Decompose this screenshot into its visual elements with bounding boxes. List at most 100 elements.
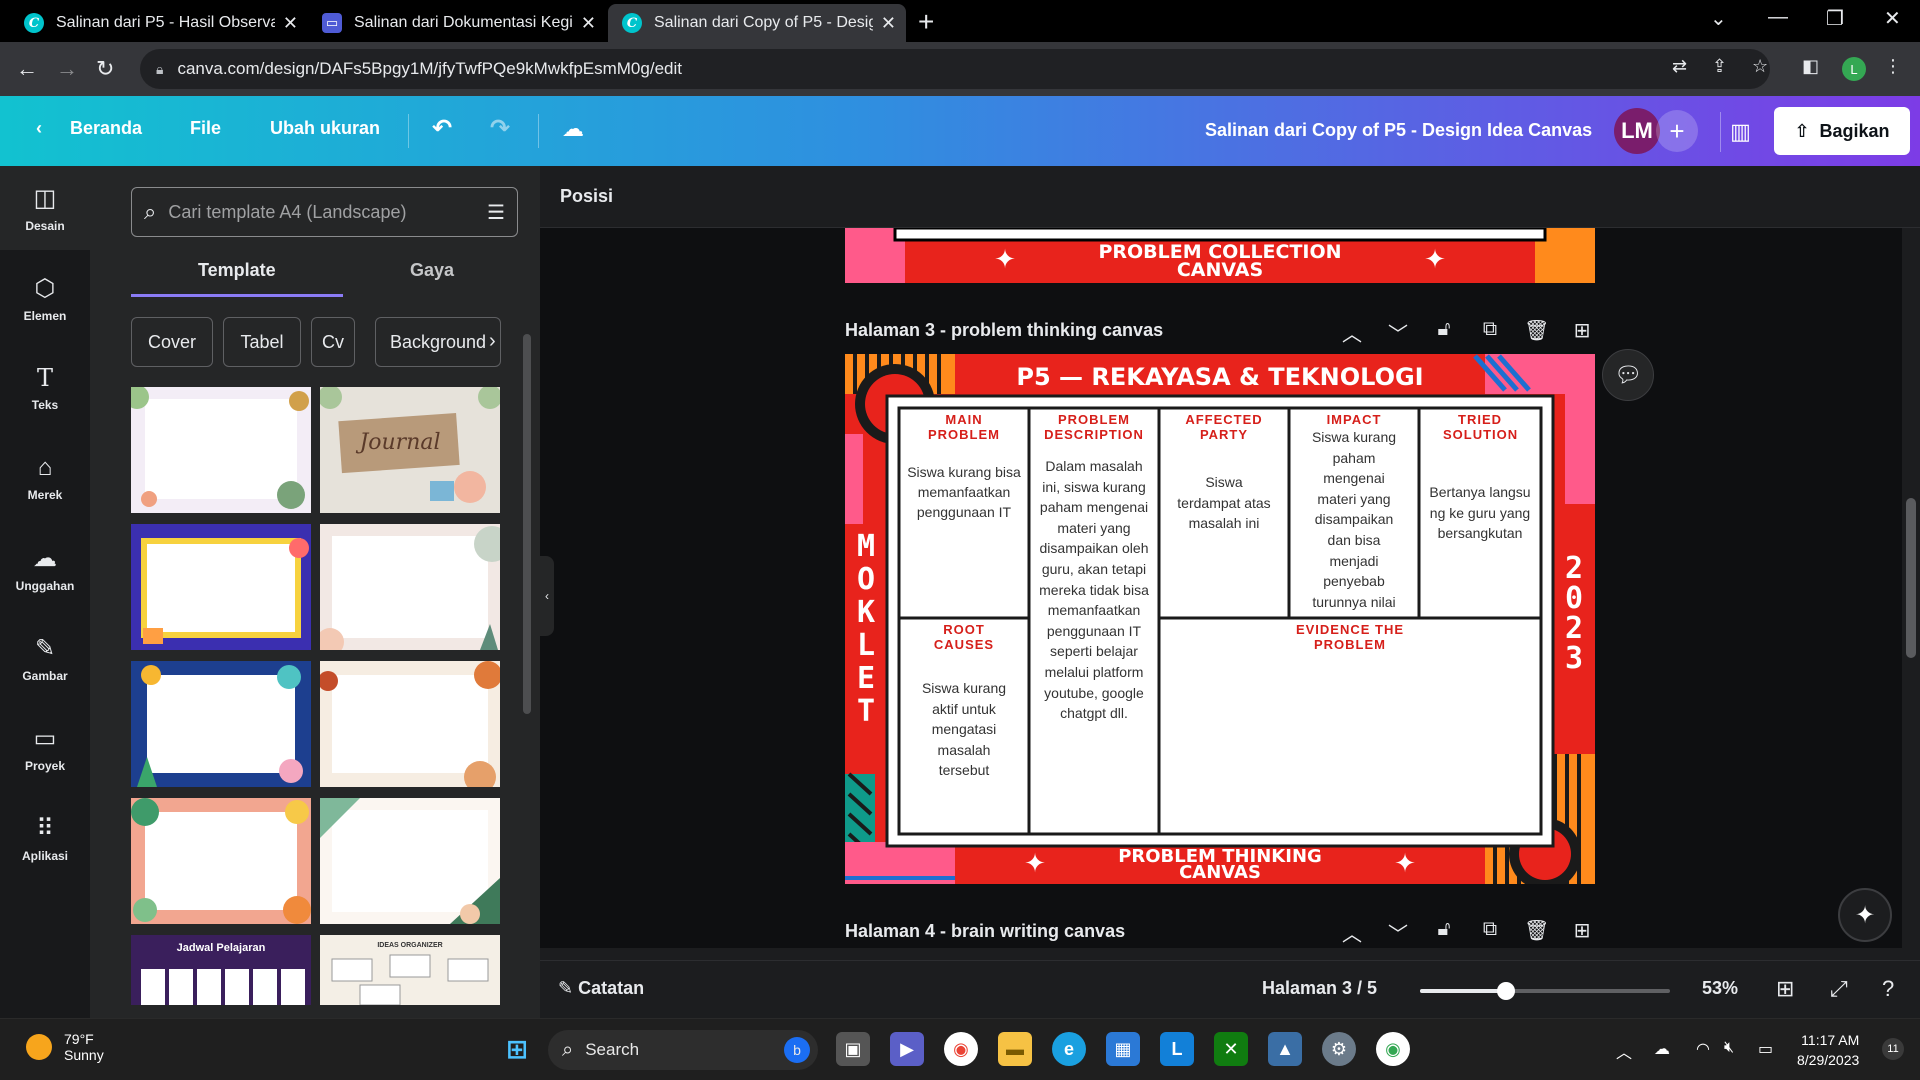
cell-tried-solution[interactable]: TRIED SOLUTION Bertanya langsung ke guru…: [1419, 412, 1541, 618]
add-page-icon[interactable]: ⊞: [1570, 318, 1594, 347]
close-tab-icon[interactable]: ✕: [283, 13, 298, 34]
share-button[interactable]: ⇧ Bagikan: [1774, 107, 1910, 155]
tab-template[interactable]: Template: [198, 260, 276, 281]
taskbar-search[interactable]: ⌕ Search b: [548, 1030, 818, 1070]
browser-tab-2[interactable]: ▭ Salinan dari Dokumentasi Kegiatan ✕: [308, 4, 606, 42]
template-search-input[interactable]: ⌕ Cari template A4 (Landscape) ☰: [131, 187, 518, 237]
minimize-icon[interactable]: —: [1768, 6, 1788, 29]
insights-chart-icon[interactable]: ▥: [1720, 112, 1760, 152]
rail-item-text[interactable]: T Teks: [0, 346, 90, 430]
zoom-level[interactable]: 53%: [1702, 978, 1738, 999]
template-thumbnail[interactable]: Jadwal Pelajaran: [131, 935, 311, 1005]
weather-widget[interactable]: 79°F Sunny: [26, 1031, 104, 1063]
template-thumbnail[interactable]: [320, 524, 500, 650]
move-page-up-icon[interactable]: ︿: [1340, 918, 1364, 947]
profile-avatar[interactable]: L: [1842, 57, 1866, 81]
browser-tab-3[interactable]: C Salinan dari Copy of P5 - Design ✕: [608, 4, 906, 42]
chip-table[interactable]: Tabel: [223, 317, 301, 367]
add-comment-icon[interactable]: 💬︎: [1602, 349, 1654, 401]
file-explorer-icon[interactable]: ▬: [998, 1032, 1032, 1066]
template-thumbnail[interactable]: IDEAS ORGANIZER: [320, 935, 500, 1005]
zoom-slider-knob[interactable]: [1497, 982, 1515, 1000]
lock-page-icon[interactable]: 🔓︎: [1432, 318, 1456, 347]
rail-item-elements[interactable]: ⬡ Elemen: [0, 256, 90, 340]
lock-page-icon[interactable]: 🔓︎: [1432, 918, 1456, 947]
cell-root-causes[interactable]: ROOT CAUSES Siswa kurang aktif untuk men…: [899, 622, 1029, 832]
scroll-thumb[interactable]: [523, 334, 531, 714]
meet-icon[interactable]: ▶: [890, 1032, 924, 1066]
tab-style[interactable]: Gaya: [410, 260, 454, 281]
cell-problem-description[interactable]: PROBLEM DESCRIPTION Dalam masalah ini, s…: [1029, 412, 1159, 832]
template-thumbnail[interactable]: [320, 798, 500, 924]
browser-tab-1[interactable]: C Salinan dari P5 - Hasil Observasi ✕: [10, 4, 308, 42]
wifi-icon[interactable]: ◠: [1696, 1039, 1710, 1059]
template-thumbnail[interactable]: [320, 661, 500, 787]
side-panel-icon[interactable]: ◧: [1802, 56, 1819, 77]
rail-item-draw[interactable]: ✎ Gambar: [0, 616, 90, 700]
move-page-up-icon[interactable]: ︿: [1340, 318, 1364, 347]
move-page-down-icon[interactable]: ﹀: [1386, 318, 1410, 347]
grid-view-icon[interactable]: ⊞: [1776, 976, 1794, 1002]
help-icon[interactable]: ?: [1882, 976, 1894, 1002]
volume-muted-icon[interactable]: 🔇︎: [1724, 1039, 1734, 1057]
windows-start-icon[interactable]: ⊞: [500, 1032, 534, 1066]
document-title[interactable]: Salinan dari Copy of P5 - Design Idea Ca…: [1205, 120, 1592, 141]
zoom-slider[interactable]: [1420, 982, 1670, 1000]
undo-icon[interactable]: ↶: [432, 114, 452, 143]
home-button[interactable]: Beranda: [70, 118, 142, 139]
page-4-label[interactable]: Halaman 4 - brain writing canvas: [845, 921, 1125, 942]
template-thumbnail[interactable]: [131, 387, 311, 513]
move-page-down-icon[interactable]: ﹀: [1386, 918, 1410, 947]
chip-cv[interactable]: Cv: [311, 317, 355, 367]
edge-icon[interactable]: e: [1052, 1032, 1086, 1066]
rail-item-apps[interactable]: ⠿ Aplikasi: [0, 796, 90, 880]
back-chevron-icon[interactable]: ‹: [36, 118, 42, 139]
design-page-3[interactable]: P5 — REKAYASA & TEKNOLOGI PROBLEM THINKI…: [845, 354, 1595, 884]
share-page-icon[interactable]: ⇪: [1712, 56, 1727, 77]
forward-icon[interactable]: →: [56, 56, 78, 82]
notes-button[interactable]: ✎ Catatan: [558, 978, 644, 999]
close-tab-icon[interactable]: ✕: [881, 13, 896, 34]
editor-scrollbar[interactable]: [1902, 228, 1920, 1018]
notification-badge[interactable]: 11: [1882, 1038, 1904, 1060]
template-thumbnail[interactable]: [131, 661, 311, 787]
redo-icon[interactable]: ↷: [490, 114, 510, 143]
delete-page-icon[interactable]: 🗑︎: [1524, 918, 1549, 947]
cell-evidence[interactable]: EVIDENCE THE PROBLEM: [1159, 622, 1541, 832]
chip-background[interactable]: Background: [375, 317, 501, 367]
filter-icon[interactable]: ☰: [487, 200, 505, 225]
template-thumbnail[interactable]: [131, 524, 311, 650]
cell-impact[interactable]: IMPACT Siswa kurang paham mengenai mater…: [1289, 412, 1419, 618]
duplicate-page-icon[interactable]: ⧉: [1478, 918, 1502, 947]
template-thumbnail[interactable]: Journal: [320, 387, 500, 513]
xbox-icon[interactable]: ✕: [1214, 1032, 1248, 1066]
show-hidden-icons-chevron[interactable]: ︿: [1616, 1039, 1632, 1063]
reload-icon[interactable]: ↻: [96, 56, 114, 82]
new-tab-icon[interactable]: +: [918, 6, 934, 38]
chrome-profile-icon[interactable]: ◉: [1376, 1032, 1410, 1066]
cloud-saved-icon[interactable]: ☁︎: [562, 116, 584, 142]
panel-scrollbar[interactable]: [521, 314, 533, 1004]
url-field[interactable]: 🔒︎ canva.com/design/DAFs5Bpgy1M/jfyTwfPQ…: [140, 49, 1770, 89]
restore-icon[interactable]: ❐: [1826, 6, 1844, 31]
chip-cover[interactable]: Cover: [131, 317, 213, 367]
fullscreen-icon[interactable]: ⤢: [1830, 976, 1848, 1002]
chevron-right-icon[interactable]: ›: [489, 330, 496, 353]
add-page-icon[interactable]: ⊞: [1570, 918, 1594, 947]
collapse-panel-icon[interactable]: ‹: [540, 556, 554, 636]
file-menu-button[interactable]: File: [190, 118, 221, 139]
store-icon[interactable]: ▦: [1106, 1032, 1140, 1066]
duplicate-page-icon[interactable]: ⧉: [1478, 318, 1502, 347]
rail-item-brand[interactable]: ⌂ Merek: [0, 436, 90, 520]
cell-affected-party[interactable]: AFFECTED PARTY Siswa terdampat atas masa…: [1159, 412, 1289, 618]
rail-item-projects[interactable]: ▭ Proyek: [0, 706, 90, 790]
back-icon[interactable]: ←: [16, 56, 38, 82]
add-collaborator-icon[interactable]: +: [1656, 110, 1698, 152]
bookmark-star-icon[interactable]: ☆: [1752, 56, 1768, 77]
position-button[interactable]: Posisi: [560, 186, 613, 207]
page-counter[interactable]: Halaman 3 / 5: [1262, 978, 1377, 999]
rail-item-design[interactable]: ◫ Desain: [0, 166, 90, 250]
photos-icon[interactable]: ▲: [1268, 1032, 1302, 1066]
previous-page-bottom[interactable]: PROBLEM COLLECTION CANVAS ✦ ✦: [845, 226, 1595, 283]
battery-icon[interactable]: ▭: [1758, 1039, 1773, 1059]
